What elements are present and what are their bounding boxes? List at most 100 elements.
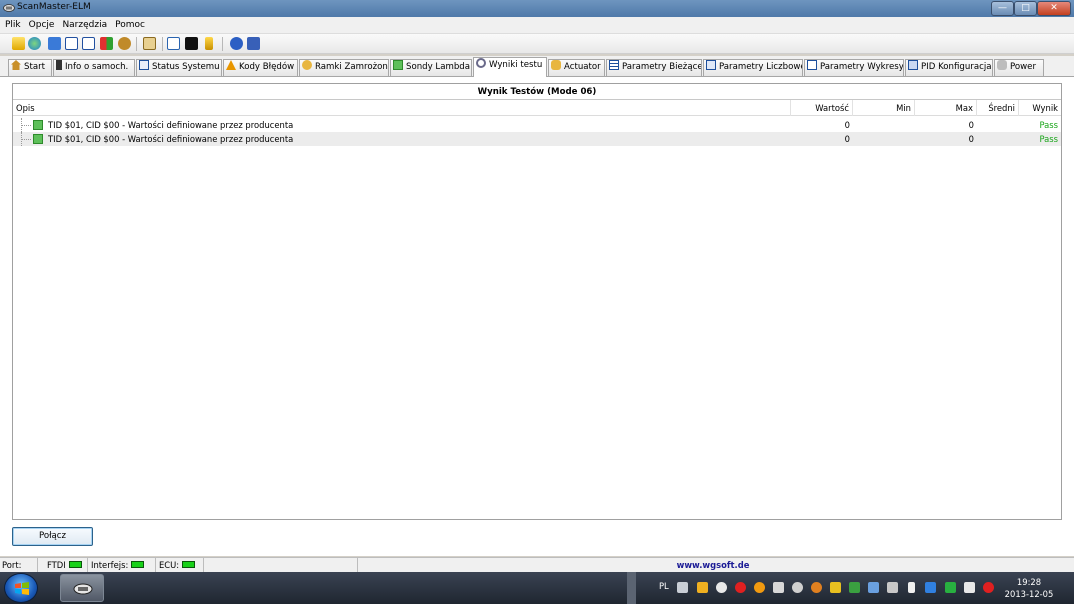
column-opis[interactable]: Opis <box>13 100 791 116</box>
tab-label: Kody Błędów <box>239 62 295 72</box>
taskbar-scanmaster-button[interactable] <box>60 574 104 602</box>
shield-icon[interactable] <box>830 582 841 593</box>
maximize-button[interactable]: □ <box>1014 1 1037 16</box>
tab-label: Parametry Wykresy <box>820 62 904 72</box>
tab-actuator[interactable]: Actuator <box>548 59 605 76</box>
column-min[interactable]: Min <box>853 100 915 116</box>
minimize-button[interactable]: — <box>991 1 1014 16</box>
port-status: FTDI <box>38 558 88 572</box>
column-max[interactable]: Max <box>915 100 977 116</box>
battery-icon[interactable] <box>205 37 213 50</box>
tab-wyniki-testu[interactable]: Wyniki testu <box>473 57 547 77</box>
notes-icon[interactable] <box>697 582 708 593</box>
table-icon[interactable] <box>65 37 78 50</box>
firefox-icon[interactable] <box>811 582 822 593</box>
tab-kody-bledow[interactable]: Kody Błędów <box>223 59 298 76</box>
money-icon[interactable] <box>118 37 131 50</box>
clock[interactable]: 19:28 2013-12-05 <box>999 576 1059 600</box>
monitor-icon[interactable] <box>849 582 860 593</box>
language-indicator[interactable]: PL <box>659 581 669 591</box>
taskbar: PL 19:28 2013-12-05 <box>0 572 1074 604</box>
port-led-icon <box>68 561 82 568</box>
tree-connector <box>21 132 33 146</box>
tab-label: Status Systemu <box>152 62 220 72</box>
terminal-icon[interactable] <box>185 37 198 50</box>
menu-narzedzia[interactable]: Narzędzia <box>58 17 111 33</box>
document-icon[interactable] <box>48 37 61 50</box>
results-grid[interactable]: Wynik Testów (Mode 06) Opis Wartość Min … <box>12 83 1062 520</box>
row-wartosc: 0 <box>844 134 850 144</box>
website-link[interactable]: www.wgsoft.de <box>358 558 1068 572</box>
keyboard-icon[interactable] <box>677 582 688 593</box>
flag-icon[interactable] <box>887 582 898 593</box>
update-icon[interactable] <box>754 582 765 593</box>
tree-connector <box>21 118 33 132</box>
clipboard-icon[interactable] <box>143 37 156 50</box>
grid-header: Opis Wartość Min Max Średni Wynik <box>13 100 1061 116</box>
opera-icon[interactable] <box>983 582 994 593</box>
row-max: 0 <box>968 120 974 130</box>
network-icon[interactable] <box>868 582 879 593</box>
port-value: FTDI <box>47 560 66 570</box>
interface-led-icon <box>131 561 145 568</box>
antivirus-icon[interactable] <box>735 582 746 593</box>
connect-wand-icon[interactable] <box>12 37 25 50</box>
lambda-sensor-icon <box>393 60 403 70</box>
tab-parametry-liczbowe[interactable]: Parametry Liczbowe <box>703 59 803 76</box>
tab-label: Parametry Liczbowe <box>719 62 803 72</box>
row-wynik: Pass <box>1039 120 1058 130</box>
scanmaster-app-icon <box>73 583 93 595</box>
column-wartosc[interactable]: Wartość <box>791 100 853 116</box>
connect-button[interactable]: Połącz <box>12 527 93 546</box>
tab-ramki-zamrozone[interactable]: Ramki Zamrożone <box>299 59 389 76</box>
menu-pomoc[interactable]: Pomoc <box>111 17 149 33</box>
tab-status-systemu[interactable]: Status Systemu <box>136 59 222 76</box>
tab-label: Sondy Lambda <box>406 62 471 72</box>
windows-logo-icon <box>15 582 29 595</box>
table-row[interactable]: TID $01, CID $00 - Wartości definiowane … <box>13 132 1061 146</box>
tray-scroll-arrows[interactable] <box>627 572 636 604</box>
cloud-icon[interactable] <box>792 582 803 593</box>
row-wynik: Pass <box>1039 134 1058 144</box>
tab-info[interactable]: Info o samoch. <box>53 59 135 76</box>
spreadsheet-icon[interactable] <box>945 582 956 593</box>
disc-icon[interactable] <box>716 582 727 593</box>
menu-opcje[interactable]: Opcje <box>25 17 59 33</box>
info-icon[interactable] <box>230 37 243 50</box>
tab-parametry-wykresy[interactable]: Parametry Wykresy <box>804 59 904 76</box>
home-icon <box>11 60 21 70</box>
table-row[interactable]: TID $01, CID $00 - Wartości definiowane … <box>13 118 1061 132</box>
row-opis: TID $01, CID $00 - Wartości definiowane … <box>48 120 294 130</box>
colors-icon[interactable] <box>100 37 113 50</box>
test-result-icon <box>33 120 43 130</box>
device-icon[interactable] <box>925 582 936 593</box>
menu-plik[interactable]: Plik <box>0 17 25 33</box>
ecu-label: ECU: <box>159 560 180 570</box>
window-title: ScanMaster-ELM <box>17 2 91 12</box>
battery-icon[interactable] <box>908 582 915 593</box>
status-bar: Port: FTDI Interfejs: ECU: www.wgsoft.de <box>0 557 1074 572</box>
wifi-icon[interactable] <box>773 582 784 593</box>
chat-icon[interactable] <box>167 37 180 50</box>
row-min <box>853 132 912 146</box>
column-sredni[interactable]: Średni <box>977 100 1019 116</box>
column-wynik[interactable]: Wynik <box>1019 100 1061 116</box>
title-bar[interactable]: ScanMaster-ELM — □ ✕ <box>0 0 1074 17</box>
tab-parametry-biezace[interactable]: Parametry Bieżące <box>606 59 702 76</box>
chart-icon[interactable] <box>82 37 95 50</box>
globe-icon[interactable] <box>28 37 41 50</box>
tab-sondy-lambda[interactable]: Sondy Lambda <box>390 59 472 76</box>
tab-pid-konfiguracja[interactable]: PID Konfiguracja <box>905 59 993 76</box>
tab-label: Start <box>24 62 45 72</box>
toolbar-separator <box>162 37 163 51</box>
tab-power[interactable]: Power <box>994 59 1044 76</box>
volume-muted-icon[interactable] <box>964 582 975 593</box>
app-icon <box>3 4 15 12</box>
tab-label: Ramki Zamrożone <box>315 62 389 72</box>
tab-start[interactable]: Start <box>8 59 52 76</box>
close-button[interactable]: ✕ <box>1037 1 1071 16</box>
toolbar-separator <box>222 37 223 51</box>
exit-icon[interactable] <box>247 37 260 50</box>
tab-label: PID Konfiguracja <box>921 62 992 72</box>
start-button[interactable] <box>4 573 38 603</box>
